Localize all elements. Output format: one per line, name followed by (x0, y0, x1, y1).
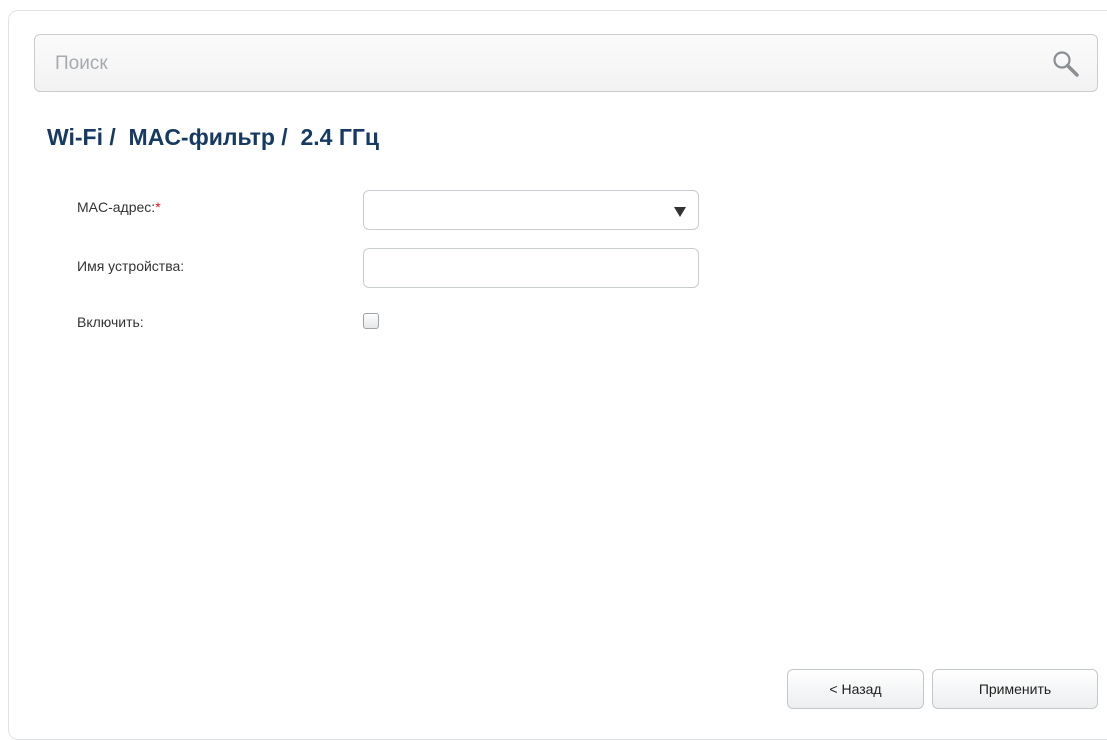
page-title: Wi-Fi / MAC-фильтр / 2.4 ГГц (47, 124, 380, 150)
device-name-label: Имя устройства: (77, 258, 185, 274)
apply-button[interactable]: Применить (932, 669, 1098, 709)
dropdown-arrow-icon[interactable] (674, 207, 686, 217)
search-input[interactable] (55, 49, 1015, 79)
search-box[interactable] (34, 34, 1098, 92)
mac-address-label-text: MAC-адрес: (77, 199, 156, 215)
content-panel (8, 10, 1107, 740)
search-icon[interactable] (1051, 49, 1081, 79)
back-button[interactable]: < Назад (787, 669, 924, 709)
enable-checkbox[interactable] (363, 313, 379, 329)
required-mark: * (155, 199, 161, 215)
mac-address-label: MAC-адрес:* (77, 199, 161, 215)
enable-label: Включить: (77, 314, 144, 330)
device-name-input[interactable] (363, 248, 699, 288)
mac-address-select[interactable] (363, 190, 699, 230)
